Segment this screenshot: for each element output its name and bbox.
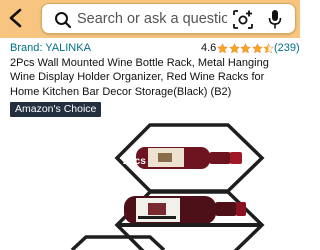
search-bar[interactable] [41, 3, 296, 34]
wine-rack-illustration [70, 123, 265, 250]
star-icon [217, 43, 228, 54]
microphone-icon[interactable] [268, 9, 282, 30]
brand-link[interactable]: Brand: YALINKA [10, 42, 91, 54]
search-input[interactable] [77, 10, 227, 28]
lower-shelf-bar [117, 223, 262, 227]
star-rating[interactable] [217, 43, 275, 54]
camera-scan-icon[interactable] [233, 10, 253, 29]
star-icon [251, 43, 263, 54]
product-image[interactable]: 2pcs [0, 118, 300, 250]
star-icon [240, 43, 251, 54]
back-arrow-icon[interactable] [2, 5, 28, 31]
search-icon [55, 12, 72, 29]
lower-wine-bottle [124, 196, 246, 224]
brand-rating-row: Brand: YALINKA 4.6 (239) [10, 42, 300, 56]
rating-value: 4.6 [201, 42, 217, 54]
half-star-icon [263, 43, 274, 54]
amazons-choice-badge: Amazon's Choice [10, 102, 102, 117]
upper-wine-bottle [136, 147, 242, 169]
product-title[interactable]: 2Pcs Wall Mounted Wine Bottle Rack, Meta… [10, 56, 295, 99]
third-rack-partial [70, 235, 166, 250]
review-count-link[interactable]: (239) [274, 42, 300, 54]
top-bar [0, 0, 300, 38]
pieces-label: 2pcs [123, 156, 146, 167]
star-icon [228, 43, 240, 54]
